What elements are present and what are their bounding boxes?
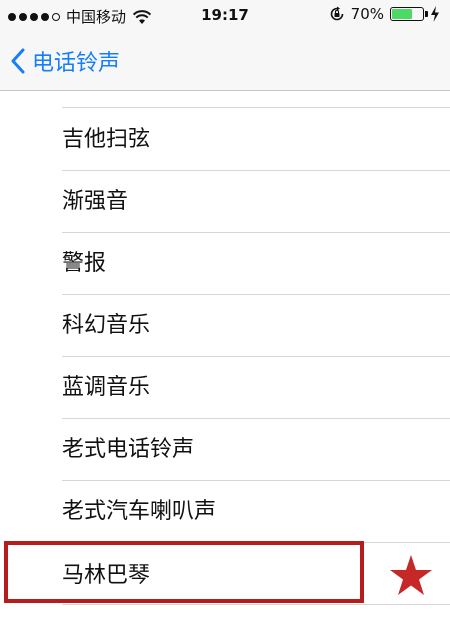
ringtone-label: 吉他扫弦	[62, 127, 151, 152]
ringtone-label: 科幻音乐	[62, 313, 151, 338]
ringtone-row[interactable]: 科幻音乐	[0, 295, 450, 356]
row-separator	[62, 604, 450, 605]
back-button-label: 电话铃声	[32, 51, 121, 76]
ringtone-label: 渐强音	[62, 189, 129, 214]
battery-level	[392, 9, 412, 19]
battery-icon	[390, 7, 428, 21]
back-button[interactable]: 电话铃声	[10, 32, 120, 90]
battery-tip	[425, 11, 428, 17]
charging-bolt-icon	[431, 6, 439, 22]
highlight-box	[4, 541, 364, 603]
star-icon	[390, 555, 432, 595]
ringtone-label: 蓝调音乐	[62, 375, 151, 400]
battery-percent: 70%	[350, 5, 384, 23]
status-right: 70%	[329, 5, 440, 23]
ringtone-row[interactable]: 吉他扫弦	[0, 109, 450, 170]
ringtone-row[interactable]: 蓝调音乐	[0, 357, 450, 418]
ringtone-label: 警报	[62, 251, 107, 276]
navigation-bar: 电话铃声	[0, 32, 450, 91]
ringtone-row[interactable]: 警报	[0, 233, 450, 294]
ringtone-row[interactable]: 老式电话铃声	[0, 419, 450, 480]
row-separator	[62, 107, 450, 108]
ringtone-row[interactable]: 老式汽车喇叭声	[0, 481, 450, 542]
ringtone-label: 老式汽车喇叭声	[62, 499, 217, 524]
status-bar: 中国移动 19:17 70%	[0, 0, 450, 32]
ringtone-label: 老式电话铃声	[62, 437, 195, 462]
ringtone-row[interactable]: 渐强音	[0, 171, 450, 232]
rotation-lock-icon	[330, 6, 343, 21]
chevron-left-icon	[11, 48, 25, 74]
